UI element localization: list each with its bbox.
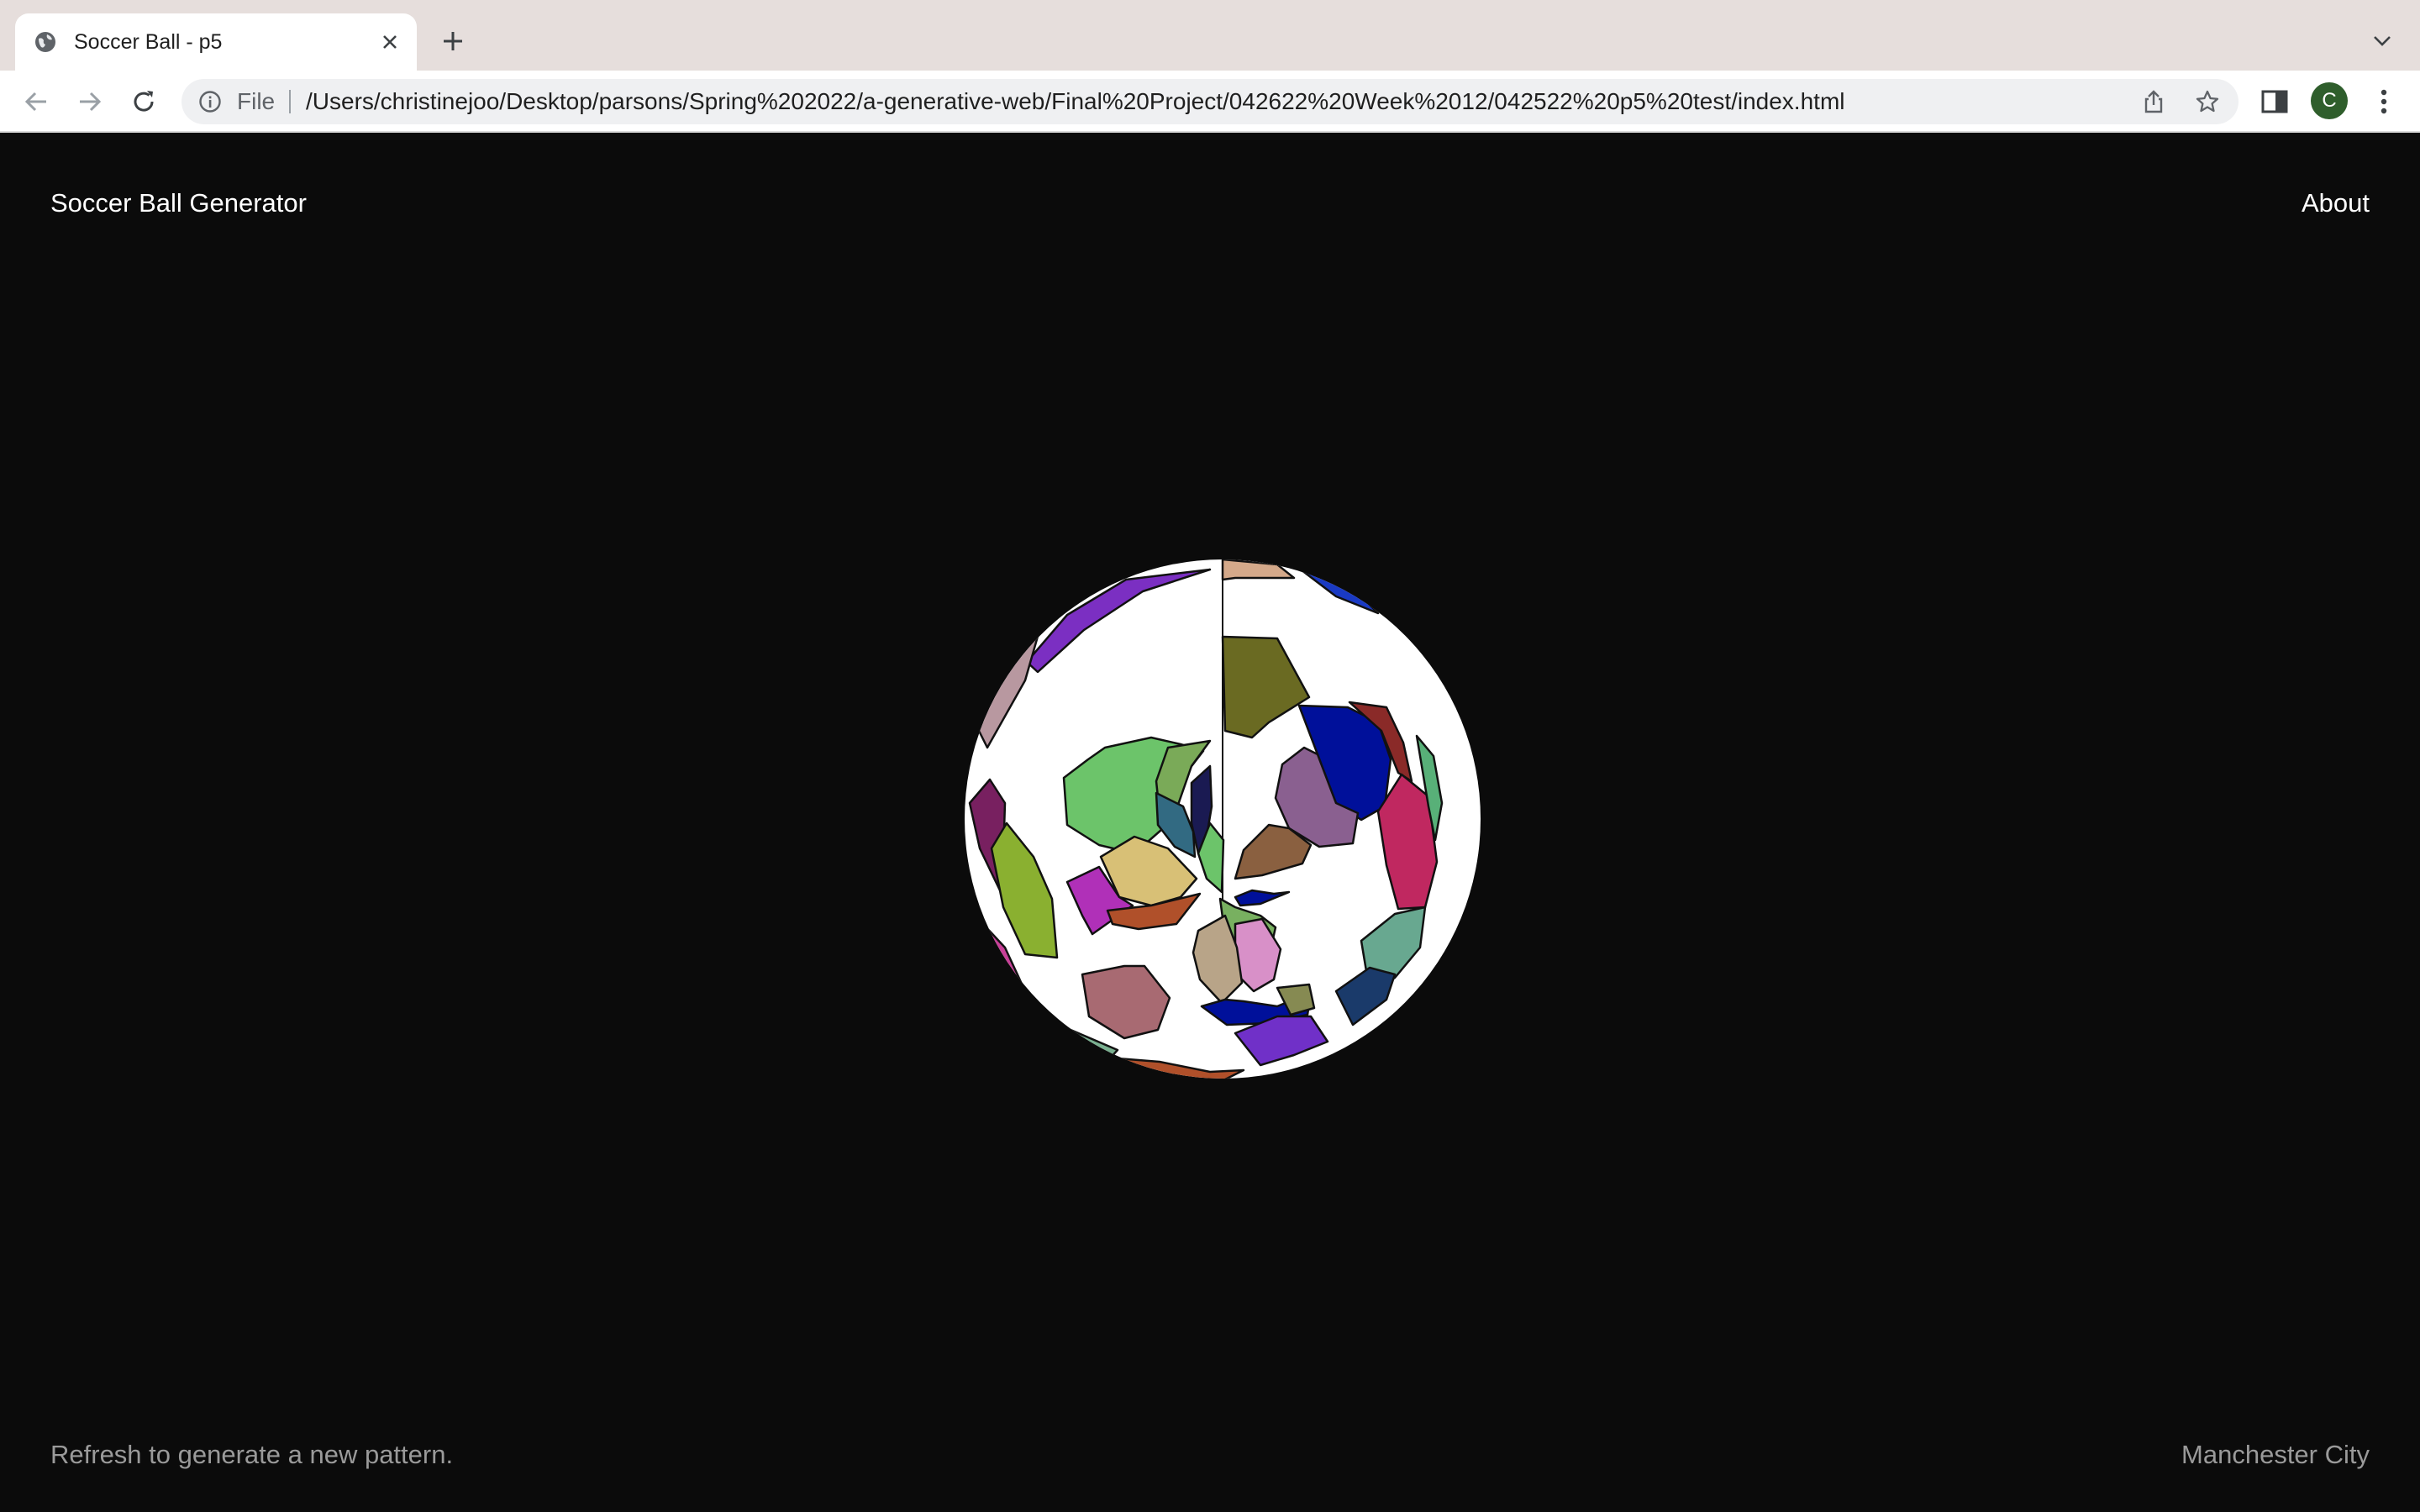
share-icon[interactable] (2141, 89, 2166, 114)
close-icon[interactable] (378, 30, 402, 54)
chevron-down-icon[interactable] (2370, 29, 2395, 54)
back-button[interactable] (20, 86, 52, 118)
info-icon[interactable] (198, 90, 222, 113)
new-tab-button[interactable] (439, 27, 467, 55)
address-bar[interactable]: File /Users/christinejoo/Desktop/parsons… (182, 79, 2238, 124)
browser-tab[interactable]: Soccer Ball - p5 (15, 13, 417, 71)
reload-button[interactable] (128, 86, 160, 118)
more-options-icon[interactable] (2371, 86, 2396, 118)
url-scheme-label: File (237, 88, 276, 114)
tab-title: Soccer Ball - p5 (74, 30, 223, 54)
about-link[interactable]: About (2302, 188, 2370, 218)
tab-strip: Soccer Ball - p5 (0, 0, 2420, 71)
page-body: Soccer Ball Generator About Refresh to g… (0, 133, 2420, 1512)
forward-button[interactable] (74, 86, 106, 118)
bookmark-star-icon[interactable] (2195, 89, 2220, 114)
omnibox-divider (289, 90, 291, 113)
url-text[interactable]: /Users/christinejoo/Desktop/parsons/Spri… (306, 89, 1844, 114)
refresh-hint: Refresh to generate a new pattern. (50, 1440, 454, 1469)
soccer-ball-canvas (958, 554, 1487, 1084)
page-title: Soccer Ball Generator (50, 188, 307, 218)
ball-panel (1221, 559, 1296, 581)
avatar[interactable]: C (2311, 82, 2348, 119)
team-label: Manchester City (2181, 1440, 2370, 1469)
browser-toolbar: File /Users/christinejoo/Desktop/parsons… (0, 71, 2420, 133)
side-panel-icon[interactable] (2259, 86, 2291, 118)
globe-icon (34, 30, 57, 54)
